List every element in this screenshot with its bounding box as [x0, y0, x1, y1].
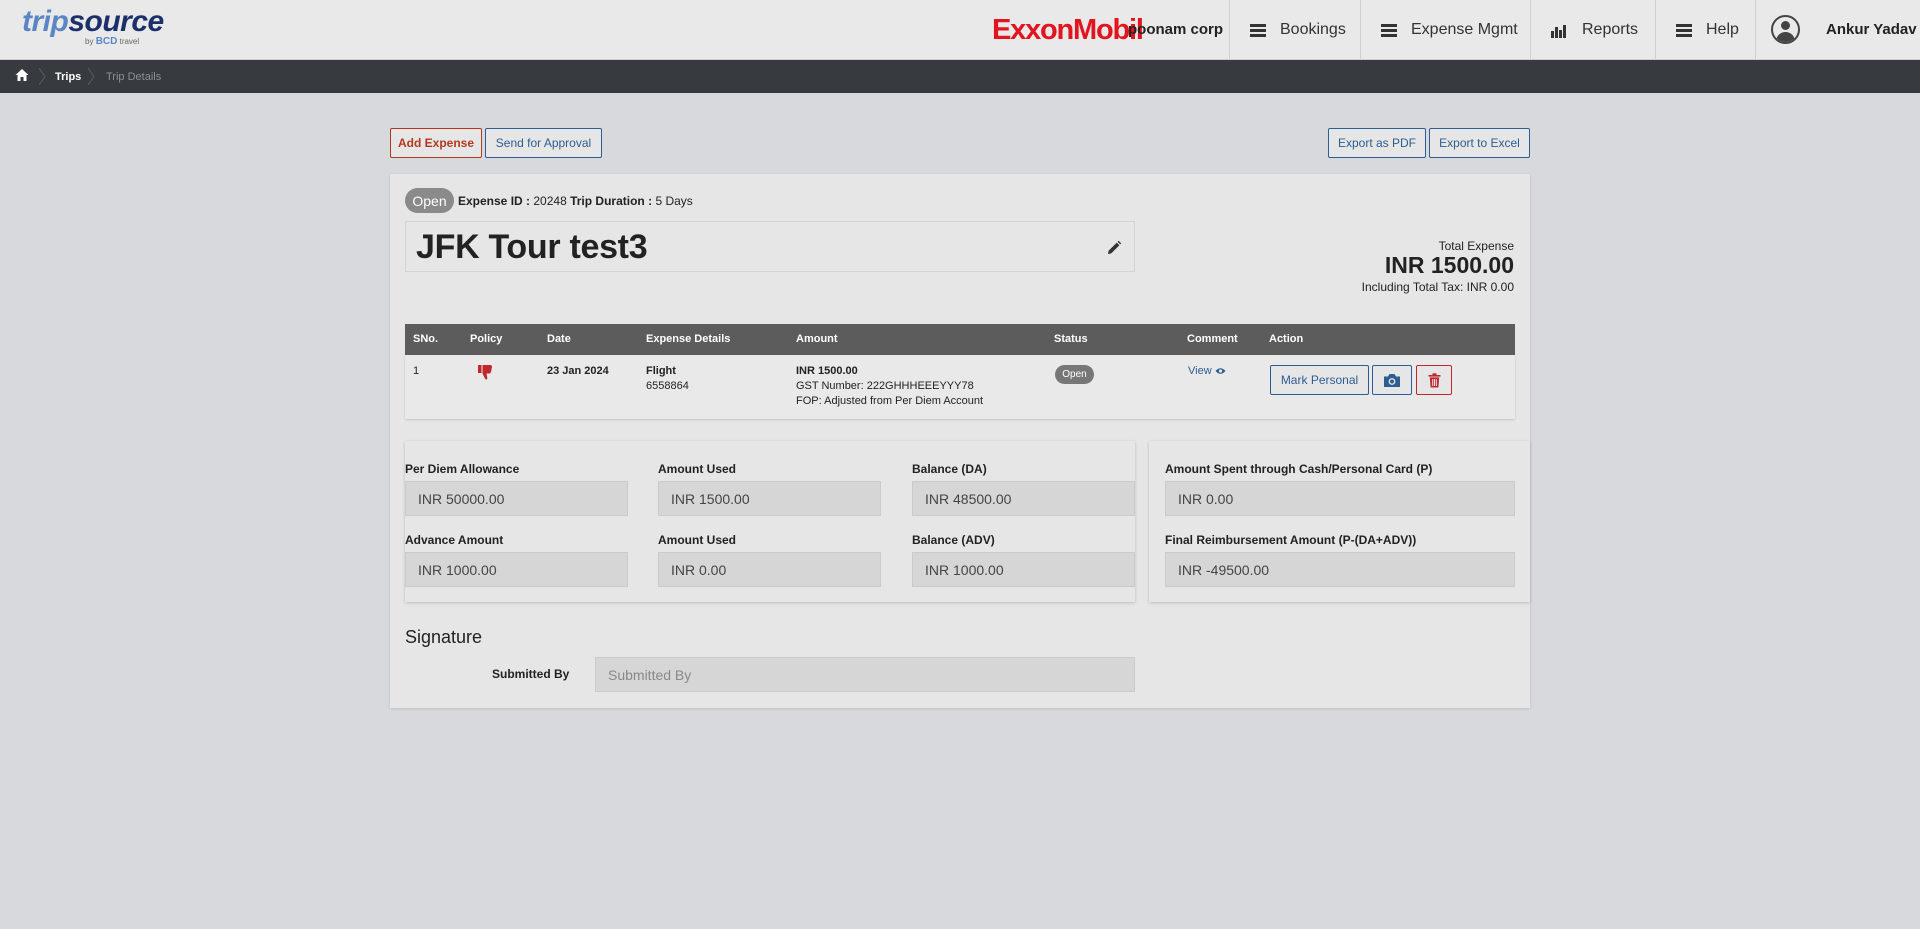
export-excel-button[interactable]: Export to Excel [1429, 128, 1530, 158]
trip-meta: Expense ID : 20248 Trip Duration : 5 Day… [458, 194, 693, 208]
breadcrumb-trips[interactable]: Trips [55, 60, 81, 93]
row-detail-type: Flight [646, 365, 676, 377]
col-expense-details: Expense Details [646, 333, 731, 345]
mark-personal-button[interactable]: Mark Personal [1270, 365, 1369, 395]
total-tax-line: Including Total Tax: INR 0.00 [1361, 280, 1514, 294]
col-date: Date [547, 333, 571, 345]
logo-trip-text: trip [22, 5, 69, 38]
nav-expense-mgmt-label: Expense Mgmt [1411, 21, 1518, 38]
trash-icon [1428, 372, 1440, 387]
trip-duration-label: Trip Duration : [570, 194, 653, 208]
final-reimbursement-field: INR -49500.00 [1165, 552, 1515, 587]
total-expense-label: Total Expense [1438, 239, 1514, 253]
submitted-by-label: Submitted By [492, 667, 570, 681]
row-status-badge: Open [1055, 365, 1094, 384]
send-for-approval-button[interactable]: Send for Approval [485, 128, 602, 158]
hamburger-icon [1676, 23, 1692, 37]
logo-travel-text: travel [119, 37, 140, 46]
logo-bcd-text: BCD [95, 36, 118, 47]
balance-da-label: Balance (DA) [912, 462, 987, 476]
amount-used-adv-field: INR 0.00 [658, 552, 881, 587]
col-action: Action [1269, 333, 1304, 345]
nav-bookings[interactable]: Bookings [1229, 0, 1362, 60]
amount-used-adv-label: Amount Used [658, 533, 736, 547]
tripsource-logo[interactable]: tripsource by BCD travel [22, 5, 164, 48]
row-fop: FOP: Adjusted from Per Diem Account [796, 395, 984, 407]
row-sno: 1 [413, 365, 420, 377]
home-icon[interactable] [15, 68, 29, 82]
logo-by-text: by [85, 37, 94, 46]
col-policy: Policy [470, 333, 503, 345]
per-diem-label: Per Diem Allowance [405, 462, 520, 476]
nav-expense-mgmt[interactable]: Expense Mgmt [1360, 0, 1531, 60]
add-expense-button[interactable]: Add Expense [390, 128, 482, 158]
advance-amount-label: Advance Amount [405, 533, 504, 547]
signature-heading: Signature [405, 627, 483, 647]
row-date: 23 Jan 2024 [547, 365, 609, 377]
user-avatar-icon[interactable] [1771, 15, 1800, 44]
cash-spent-field: INR 0.00 [1165, 481, 1515, 516]
col-comment: Comment [1187, 333, 1238, 345]
expense-id-label: Expense ID : [458, 194, 531, 208]
hamburger-icon [1250, 23, 1266, 37]
chevron-right-icon [38, 68, 46, 85]
view-comment-link[interactable]: View [1188, 365, 1226, 377]
row-detail-ref: 6558864 [646, 380, 689, 392]
breadcrumb-trip-details: Trip Details [106, 70, 162, 83]
nav-help-label: Help [1706, 21, 1739, 38]
expense-table-header: SNo. Policy Date Expense Details Amount … [405, 324, 1515, 355]
delete-expense-button[interactable] [1416, 365, 1452, 395]
chevron-right-icon [87, 68, 95, 85]
col-amount: Amount [796, 333, 838, 345]
trip-duration-value: 5 Days [655, 194, 693, 208]
amount-used-label: Amount Used [658, 462, 736, 476]
hamburger-icon [1381, 23, 1397, 37]
expense-id-value: 20248 [533, 194, 567, 208]
row-gst: GST Number: 222GHHHEEEYYY78 [796, 380, 974, 392]
edit-pencil-icon[interactable] [1106, 240, 1122, 256]
eye-icon [1215, 368, 1226, 374]
view-comment-label: View [1188, 365, 1212, 377]
export-pdf-button[interactable]: Export as PDF [1328, 128, 1426, 158]
top-header: tripsource by BCD travel ExxonMobil poon… [0, 0, 1920, 60]
logo-source-text: source [68, 5, 164, 38]
submitted-by-input[interactable]: Submitted By [595, 657, 1135, 692]
balance-da-field: INR 48500.00 [912, 481, 1135, 516]
bar-chart-icon [1551, 23, 1568, 38]
table-row: 1 23 Jan 2024 Flight 6558864 INR 1500.00… [405, 355, 1515, 419]
camera-icon [1384, 373, 1400, 387]
nav-help[interactable]: Help [1655, 0, 1756, 60]
cash-spent-label: Amount Spent through Cash/Personal Card … [1165, 462, 1433, 476]
nav-reports[interactable]: Reports [1530, 0, 1656, 60]
amount-used-field: INR 1500.00 [658, 481, 881, 516]
total-expense-value: INR 1500.00 [1384, 252, 1514, 278]
row-amount: INR 1500.00 [796, 365, 858, 377]
nav-reports-label: Reports [1582, 21, 1639, 38]
trip-title-box: JFK Tour test3 [405, 221, 1135, 272]
balance-adv-field: INR 1000.00 [912, 552, 1135, 587]
trip-title: JFK Tour test3 [416, 228, 648, 266]
balance-adv-label: Balance (ADV) [912, 533, 995, 547]
col-status: Status [1054, 333, 1088, 345]
advance-amount-field: INR 1000.00 [405, 552, 628, 587]
corp-name: poonam corp [1128, 21, 1224, 38]
thumbs-down-policy-icon [478, 365, 492, 380]
camera-receipt-button[interactable] [1372, 365, 1412, 395]
final-reimbursement-label: Final Reimbursement Amount (P-(DA+ADV)) [1165, 533, 1417, 547]
col-sno: SNo. [413, 333, 439, 345]
trip-status-badge: Open [405, 188, 454, 213]
breadcrumb: Trips Trip Details [0, 60, 1920, 93]
per-diem-field: INR 50000.00 [405, 481, 628, 516]
nav-bookings-label: Bookings [1280, 21, 1346, 38]
user-name[interactable]: Ankur Yadav [1826, 21, 1917, 38]
exxonmobil-logo: ExxonMobil [992, 14, 1144, 46]
